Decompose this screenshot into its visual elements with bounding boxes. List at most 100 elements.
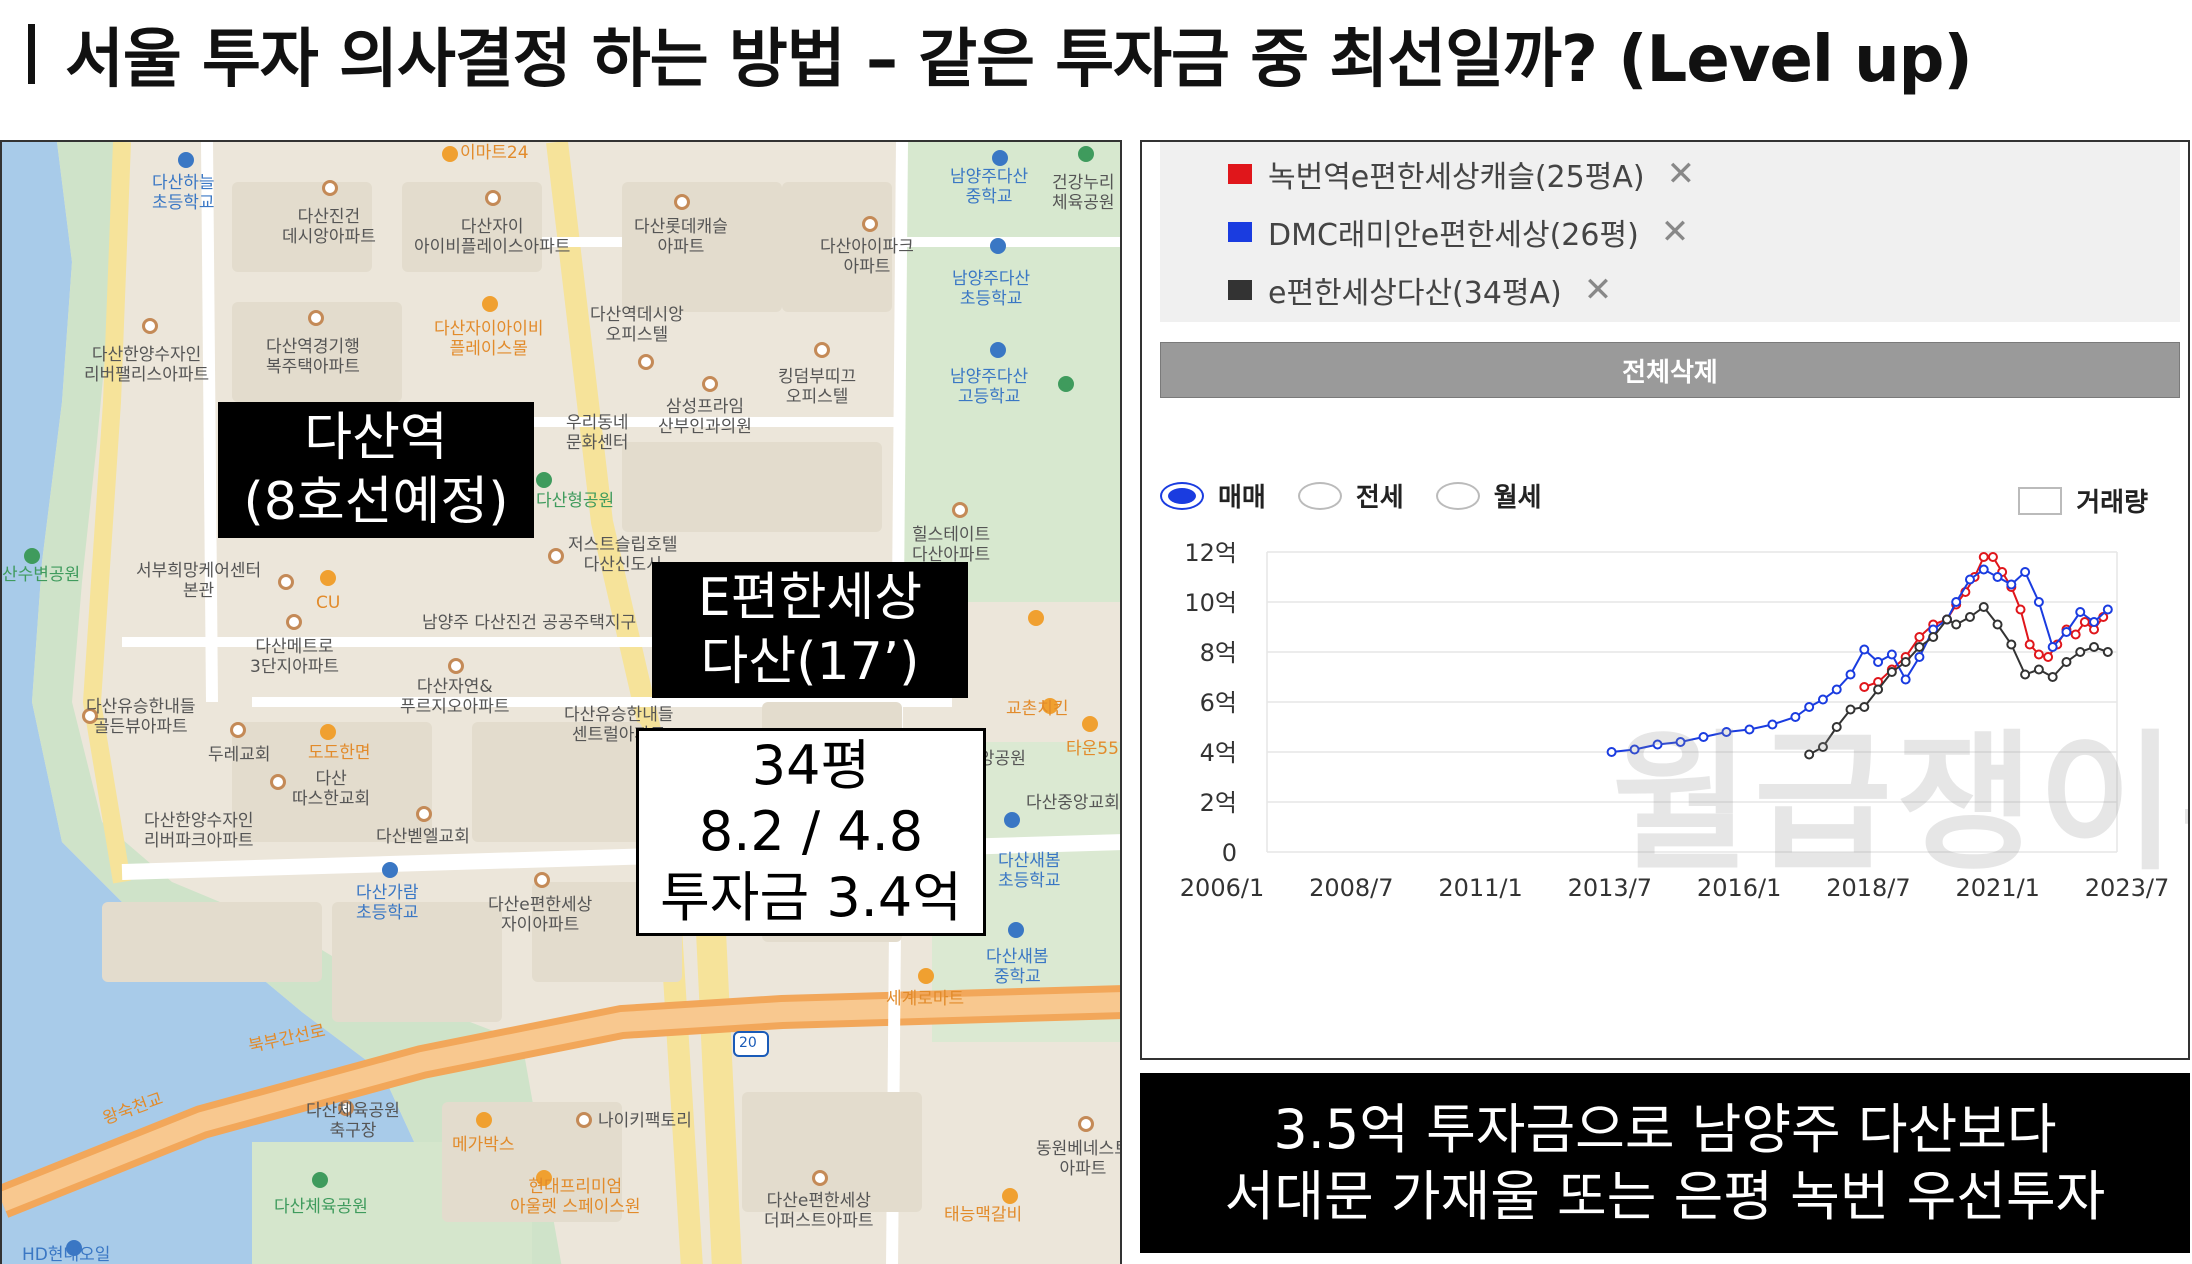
map-label[interactable]: 다산 따스한교회 — [292, 769, 370, 809]
map-label[interactable]: 이마트24 — [460, 143, 529, 164]
map-label[interactable]: 힐스테이트 다산아파트 — [912, 525, 990, 565]
map-label[interactable]: CU — [316, 593, 340, 614]
map-label[interactable]: 남양주다산 고등학교 — [950, 367, 1028, 407]
map-label[interactable]: 태능맥갈비 — [944, 1205, 1022, 1226]
school-icon[interactable] — [382, 862, 398, 878]
legend-item[interactable]: 녹번역e편한세상캐슬(25평A) ✕ — [1228, 152, 1695, 196]
care-center-icon[interactable] — [278, 574, 294, 590]
map-label[interactable]: 나이키팩토리 — [598, 1111, 692, 1132]
school-icon[interactable] — [1008, 922, 1024, 938]
apartment-icon[interactable] — [952, 502, 968, 518]
map-label[interactable]: 다산롯데캐슬 아파트 — [634, 217, 728, 257]
apartment-icon[interactable] — [638, 354, 654, 370]
map-label[interactable]: 다산한양수자인 리버파크아파트 — [144, 811, 253, 851]
convenience-store-icon[interactable] — [320, 570, 336, 586]
map-label[interactable]: 남양주 다산진건 공공주택지구 — [422, 613, 636, 634]
school-icon[interactable] — [178, 152, 194, 168]
map-label[interactable]: 산수변공원 — [2, 565, 80, 586]
apartment-icon[interactable] — [142, 318, 158, 334]
school-icon[interactable] — [1004, 812, 1020, 828]
church-icon[interactable] — [230, 722, 246, 738]
park-icon[interactable] — [312, 1172, 328, 1188]
park-icon[interactable] — [1078, 146, 1094, 162]
restaurant-icon[interactable] — [320, 724, 336, 740]
map-label[interactable]: 다산자이 아이비플레이스아파트 — [414, 217, 570, 257]
map-label[interactable]: 다산새봄 중학교 — [986, 947, 1049, 987]
remove-icon[interactable]: ✕ — [1584, 270, 1613, 310]
map-label[interactable]: 다산e편한세상 자이아파트 — [488, 895, 592, 935]
restaurant-icon[interactable] — [1002, 1188, 1018, 1204]
map-label[interactable]: 남양주다산 중학교 — [950, 167, 1028, 207]
map-label[interactable]: 다산자연& 푸르지오아파트 — [400, 677, 509, 717]
map-label[interactable]: 남양주다산 초등학교 — [952, 269, 1030, 309]
map-label[interactable]: 두레교회 — [208, 745, 271, 766]
map-label[interactable]: 세계로마트 — [886, 989, 964, 1010]
apartment-icon[interactable] — [812, 1170, 828, 1186]
legend-item[interactable]: e편한세상다산(34평A) ✕ — [1228, 268, 1612, 312]
radio-jeonse[interactable] — [1297, 481, 1342, 510]
map-label[interactable]: 삼성프라임 산부인과의원 — [658, 397, 752, 437]
remove-icon[interactable]: ✕ — [1661, 212, 1690, 252]
apartment-icon[interactable] — [485, 190, 501, 206]
shop-icon[interactable] — [576, 1112, 592, 1128]
apartment-icon[interactable] — [814, 342, 830, 358]
map-label[interactable]: 우리동네 문화센터 — [566, 413, 629, 453]
map-label[interactable]: 다산가람 초등학교 — [356, 883, 419, 923]
map-label[interactable]: 다산아이파크 아파트 — [820, 237, 914, 277]
church-icon[interactable] — [270, 774, 286, 790]
map-label[interactable]: 다산한양수자인 리버팰리스아파트 — [84, 345, 209, 385]
map-label[interactable]: 킹덤부띠끄 오피스텔 — [778, 367, 856, 407]
apartment-icon[interactable] — [308, 310, 324, 326]
map-label[interactable]: 교촌치킨 — [1006, 699, 1069, 720]
map-label[interactable]: 다산진건 데시앙아파트 — [282, 207, 376, 247]
apartment-icon[interactable] — [674, 194, 690, 210]
map-label[interactable]: 서부희망케어센터 본관 — [136, 561, 261, 601]
map-label[interactable]: 다산메트로 3단지아파트 — [250, 637, 339, 677]
apartment-icon[interactable] — [448, 658, 464, 674]
map-label[interactable]: 다산벧엘교회 — [376, 827, 470, 848]
park-icon[interactable] — [1058, 376, 1074, 392]
map-label[interactable]: 메가박스 — [452, 1135, 515, 1156]
poi-marker-icon[interactable] — [442, 146, 458, 162]
mart-icon[interactable] — [918, 968, 934, 984]
map-label[interactable]: 다산역경기행 복주택아파트 — [266, 337, 360, 377]
park-icon[interactable] — [536, 472, 552, 488]
map-label[interactable]: 다산역데시앙 오피스텔 — [590, 305, 684, 345]
map-label[interactable]: 다산형공원 — [536, 491, 614, 512]
map-label[interactable]: 동원베네스트 아파트 — [1036, 1139, 1120, 1179]
apartment-icon[interactable] — [1078, 1116, 1094, 1132]
map-label[interactable]: 타운55 — [1066, 739, 1119, 760]
legend-item[interactable]: DMC래미안e편한세상(26평) ✕ — [1228, 210, 1689, 254]
radio-sale[interactable] — [1160, 481, 1204, 510]
map-label[interactable]: 도도한면 — [308, 743, 371, 764]
map-label[interactable]: 다산하늘 초등학교 — [152, 173, 215, 213]
church-icon[interactable] — [416, 806, 432, 822]
school-icon[interactable] — [990, 342, 1006, 358]
hotel-icon[interactable] — [548, 548, 564, 564]
map-label[interactable]: HD현대오일 — [22, 1245, 110, 1264]
radio-monthly[interactable] — [1435, 481, 1480, 510]
park-icon[interactable] — [24, 548, 40, 564]
mall-icon[interactable] — [482, 296, 498, 312]
map-label[interactable]: 현대프리미엄 아울렛 스페이스원 — [510, 1177, 641, 1217]
map-label[interactable]: 다산e편한세상 더퍼스트아파트 — [764, 1191, 873, 1231]
map-label[interactable]: 다산유승한내들 골든뷰아파트 — [86, 697, 195, 737]
apartment-icon[interactable] — [322, 180, 338, 196]
map-label[interactable]: 다산새봄 초등학교 — [998, 851, 1061, 891]
restaurant-icon[interactable] — [1082, 716, 1098, 732]
apartment-icon[interactable] — [862, 216, 878, 232]
cinema-icon[interactable] — [476, 1112, 492, 1128]
map-label[interactable]: 다산자이아이비 플레이스몰 — [434, 319, 543, 359]
restaurant-icon[interactable] — [1028, 610, 1044, 626]
clinic-icon[interactable] — [702, 376, 718, 392]
map-label[interactable]: 다산중앙교회 — [1026, 793, 1120, 814]
map-label[interactable]: 다산체육공원 — [274, 1197, 368, 1218]
school-icon[interactable] — [992, 150, 1008, 166]
volume-checkbox[interactable] — [2018, 486, 2063, 515]
remove-icon[interactable]: ✕ — [1667, 154, 1696, 194]
map-panel[interactable]: 20 이마트24 다산하늘 초등학교 다산진건 데시앙아파트 다산자이 아이비플… — [0, 140, 1122, 1264]
apartment-icon[interactable] — [286, 614, 302, 630]
delete-all-button[interactable]: 전체삭제 — [1160, 342, 2180, 398]
school-icon[interactable] — [990, 238, 1006, 254]
map-label[interactable]: 다산체육공원 축구장 — [306, 1101, 400, 1141]
